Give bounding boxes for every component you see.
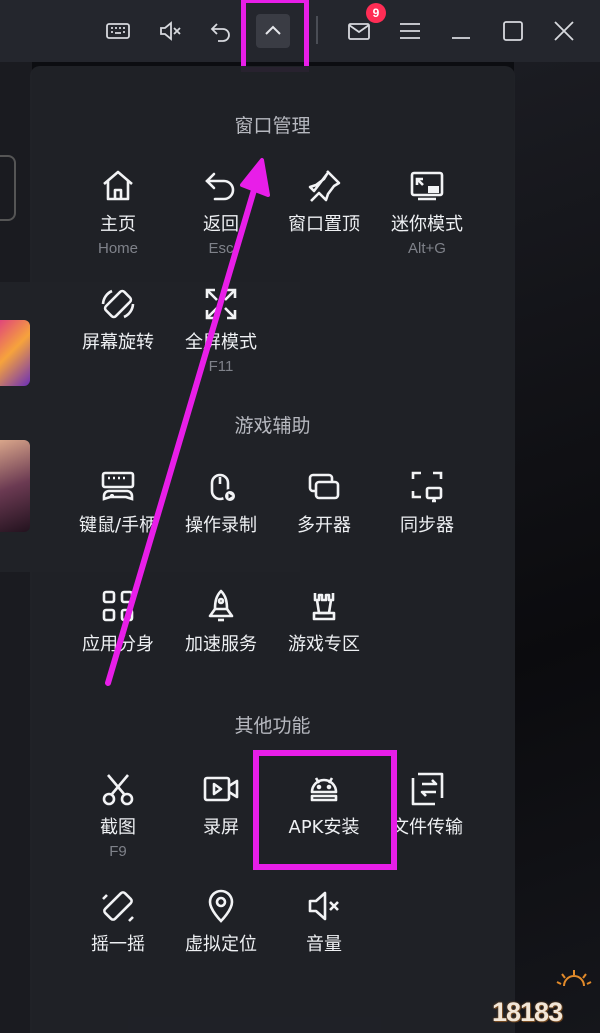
gamezone-label: 游戏专区 [288, 634, 360, 655]
screenshot-label: 截图 [100, 817, 136, 838]
fullscreen-shortcut: F11 [208, 358, 234, 375]
rotate-label: 屏幕旋转 [82, 332, 154, 353]
mini-mode-button[interactable]: 迷你模式 Alt+G [375, 166, 479, 257]
fullscreen-icon [169, 284, 273, 324]
mini-shortcut: Alt+G [408, 240, 446, 257]
virtual-location-button[interactable]: 虚拟定位 [169, 886, 273, 956]
toolbar-divider [316, 16, 318, 44]
home-label: 主页 [100, 214, 136, 235]
record-operation-button[interactable]: 操作录制 [169, 467, 273, 537]
sync-label: 同步器 [400, 515, 454, 536]
screenshot-button[interactable]: 截图 F9 [66, 769, 170, 860]
pin-window-button[interactable]: 窗口置顶 [272, 166, 376, 236]
sync-icon [375, 467, 479, 507]
background-banner [514, 62, 600, 1033]
back-shortcut: Esc [208, 240, 234, 257]
background-game-thumbnail [0, 320, 30, 386]
background-game-thumbnail [0, 440, 30, 532]
multi-label: 多开器 [297, 515, 351, 536]
mini-mode-icon [375, 166, 479, 206]
shake-label: 摇一摇 [91, 934, 145, 955]
back-icon [169, 166, 273, 206]
shake-button[interactable]: 摇一摇 [66, 886, 170, 956]
home-icon [66, 166, 170, 206]
section-title-game: 游戏辅助 [234, 415, 311, 437]
volume-mute-icon [272, 886, 376, 926]
mini-label: 迷你模式 [391, 214, 463, 235]
mail-badge: 9 [366, 3, 386, 23]
background-search-box [0, 155, 16, 221]
home-button[interactable]: 主页 Home [66, 166, 170, 257]
location-icon [169, 886, 273, 926]
keymap-button[interactable]: 键鼠/手柄 [66, 467, 170, 537]
clone-label: 应用分身 [82, 634, 154, 655]
highlight-box-apk [253, 750, 397, 870]
maximize-icon[interactable] [496, 14, 530, 48]
crown-icon [272, 586, 376, 626]
watermark-text: 18183 [492, 997, 563, 1027]
fullscreen-button[interactable]: 全屏模式 F11 [169, 284, 273, 375]
pin-icon [272, 166, 376, 206]
macro-label: 操作录制 [185, 515, 257, 536]
rotate-icon [66, 284, 170, 324]
mute-icon[interactable] [153, 14, 187, 48]
screenshot-shortcut: F9 [109, 843, 127, 860]
highlight-box-expand [241, 0, 309, 72]
undo-icon[interactable] [204, 14, 238, 48]
back-button[interactable]: 返回 Esc [169, 166, 273, 257]
location-label: 虚拟定位 [185, 934, 257, 955]
minimize-icon[interactable] [444, 14, 478, 48]
menu-icon[interactable] [393, 14, 427, 48]
rotate-screen-button[interactable]: 屏幕旋转 [66, 284, 170, 354]
scissors-icon [66, 769, 170, 809]
boost-service-button[interactable]: 加速服务 [169, 586, 273, 656]
fullscreen-label: 全屏模式 [185, 332, 257, 353]
volume-button[interactable]: 音量 [272, 886, 376, 956]
rocket-icon [169, 586, 273, 626]
section-title-window: 窗口管理 [234, 115, 311, 137]
home-shortcut: Home [97, 240, 138, 257]
tools-dropdown-panel: 窗口管理 主页 Home 返回 Esc 窗口置顶 迷你模式 Alt+G 屏幕旋转 [30, 66, 515, 1033]
pin-label: 窗口置顶 [288, 214, 360, 235]
back-label: 返回 [203, 214, 239, 235]
keymap-label: 键鼠/手柄 [78, 515, 158, 536]
close-icon[interactable] [547, 14, 581, 48]
section-title-other: 其他功能 [234, 715, 311, 737]
boost-label: 加速服务 [185, 634, 257, 655]
watermark-logo: 18183 [492, 964, 592, 1028]
record-operation-icon [169, 467, 273, 507]
multi-instance-button[interactable]: 多开器 [272, 467, 376, 537]
multi-instance-icon [272, 467, 376, 507]
game-zone-button[interactable]: 游戏专区 [272, 586, 376, 656]
sync-button[interactable]: 同步器 [375, 467, 479, 537]
shake-icon [66, 886, 170, 926]
app-clone-button[interactable]: 应用分身 [66, 586, 170, 656]
keyboard-icon[interactable] [101, 14, 135, 48]
volume-label: 音量 [306, 934, 342, 955]
app-clone-icon [66, 586, 170, 626]
keyboard-gamepad-icon [66, 467, 170, 507]
